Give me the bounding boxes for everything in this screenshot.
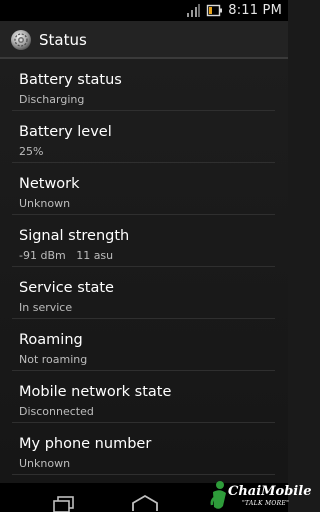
item-title: Service state xyxy=(19,280,114,296)
item-title: Battery level xyxy=(19,124,112,140)
divider xyxy=(12,318,275,319)
item-summary: In service xyxy=(19,301,73,314)
divider xyxy=(12,162,275,163)
item-title: Mobile network state xyxy=(19,384,172,400)
item-summary: -91 dBm 11 asu xyxy=(19,249,114,262)
brand-tagline: "TALK MORE" xyxy=(242,500,290,507)
list-item-network[interactable]: Network Unknown xyxy=(0,167,288,218)
divider xyxy=(12,474,275,475)
list-item-my-phone-number[interactable]: My phone number Unknown xyxy=(0,427,288,478)
list-item-mobile-network-state[interactable]: Mobile network state Disconnected xyxy=(0,375,288,426)
item-title: Signal strength xyxy=(19,228,130,244)
list-item-battery-level[interactable]: Battery level 25% xyxy=(0,115,288,166)
item-summary: Not roaming xyxy=(19,353,88,366)
item-title: My phone number xyxy=(19,436,152,452)
settings-gear-icon[interactable] xyxy=(10,29,32,51)
divider xyxy=(12,266,275,267)
item-title: Battery status xyxy=(19,72,122,88)
brand-figure-icon xyxy=(210,481,226,509)
home-icon[interactable] xyxy=(131,492,159,512)
divider xyxy=(12,214,275,215)
list-item-battery-status[interactable]: Battery status Discharging xyxy=(0,63,288,114)
list-item-roaming[interactable]: Roaming Not roaming xyxy=(0,323,288,374)
item-summary: Unknown xyxy=(19,457,71,470)
status-time: 8:11 PM xyxy=(228,3,282,18)
list-item-service-state[interactable]: Service state In service xyxy=(0,271,288,322)
divider xyxy=(12,110,275,111)
divider xyxy=(12,422,275,423)
brand-name: ChaiMobile xyxy=(228,484,312,499)
divider xyxy=(12,370,275,371)
page-title: Status xyxy=(39,31,87,49)
item-summary: 25% xyxy=(19,145,44,158)
item-summary: Disconnected xyxy=(19,405,94,418)
item-title: Network xyxy=(19,176,80,192)
item-title: Roaming xyxy=(19,332,83,348)
status-bar: 8:11 PM xyxy=(0,0,288,21)
item-summary: Unknown xyxy=(19,197,71,210)
list-item-signal-strength[interactable]: Signal strength -91 dBm 11 asu xyxy=(0,219,288,270)
signal-icon xyxy=(187,4,201,17)
watermark-logo: ChaiMobile "TALK MORE" xyxy=(208,478,311,512)
item-summary: Discharging xyxy=(19,93,85,106)
battery-icon xyxy=(207,4,223,17)
recents-icon[interactable] xyxy=(51,494,77,512)
